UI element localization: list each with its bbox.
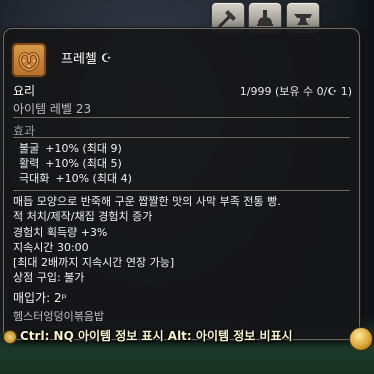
- keybind-hint: Ctrl: NQ 아이템 정보 표시 Alt: 아이템 정보 비표시: [20, 329, 293, 343]
- effect-value: +10% (최대 4): [55, 172, 132, 185]
- hq-icon: ☪: [100, 50, 112, 65]
- effect-value: +10% (최대 5): [45, 157, 122, 170]
- sell-price: 매입가: 2ᵖ: [13, 291, 67, 305]
- hint-marker-icon: [3, 330, 17, 344]
- effects-list: 불굴 +10% (최대 9) 활력 +10% (최대 5) 극대화 +10% (…: [19, 141, 132, 186]
- description-line: [최대 2배까지 지속시간 연장 가능]: [13, 256, 175, 270]
- effect-value: +10% (최대 9): [45, 142, 122, 155]
- item-category: 요리: [13, 84, 36, 98]
- item-description: 매듭 모양으로 반죽해 구운 짭짤한 맛의 사막 부족 전통 빵. 적 처치/제…: [13, 194, 281, 286]
- alembic-icon: [257, 10, 273, 26]
- effect-stat: 불굴: [19, 142, 40, 155]
- item-icon: [11, 42, 47, 78]
- item-tooltip: 프레첼 ☪ 요리 1/999 (보유 수 0/☪ 1) 아이템 레벨 23 효과…: [3, 28, 360, 340]
- effect-line: 극대화 +10% (최대 4): [19, 171, 132, 186]
- description-line: 매듭 모양으로 반죽해 구운 짭짤한 맛의 사막 부족 전통 빵.: [13, 195, 281, 208]
- item-name-text: 프레첼: [61, 52, 97, 67]
- pretzel-icon: [18, 52, 40, 72]
- divider: [13, 190, 350, 191]
- description-line: 경험치 획득량 +3%: [13, 225, 108, 239]
- stack-info: 1/999 (보유 수 0/☪ 1): [239, 85, 352, 98]
- gil-coin-icon: [349, 327, 373, 351]
- divider: [13, 137, 350, 138]
- effect-stat: 극대화: [19, 172, 50, 185]
- item-name: 프레첼 ☪: [61, 48, 112, 68]
- hammer-icon: [218, 10, 236, 28]
- description-line: 지속시간 30:00: [13, 240, 89, 254]
- description-line: 적 처치/제작/채집 경험치 증가: [13, 210, 153, 224]
- effect-stat: 활력: [19, 157, 40, 170]
- effect-line: 활력 +10% (최대 5): [19, 156, 132, 171]
- effect-line: 불굴 +10% (최대 9): [19, 141, 132, 156]
- anvil-icon: [294, 14, 312, 25]
- description-line: 상점 구입: 불가: [13, 271, 85, 285]
- item-level: 아이템 레벨 23: [13, 102, 92, 116]
- divider: [13, 117, 350, 118]
- crafter-name: 헴스터엉덩이볶음밥: [13, 310, 105, 323]
